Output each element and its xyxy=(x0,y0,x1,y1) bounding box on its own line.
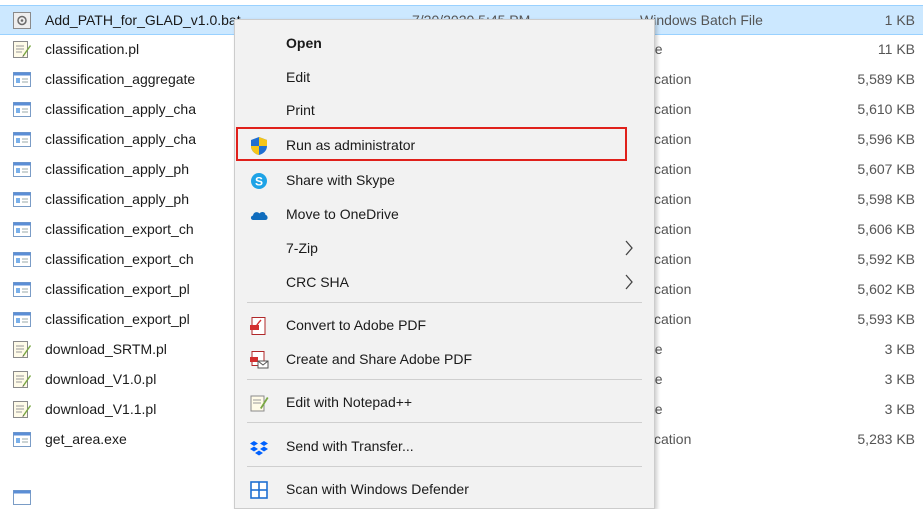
file-type: Windows Batch File xyxy=(640,12,763,28)
file-size: 5,596 KB xyxy=(857,131,915,147)
application-icon xyxy=(13,222,31,237)
perl-script-icon xyxy=(13,401,31,418)
application-icon xyxy=(13,102,31,117)
menu-item-move-to-onedrive[interactable]: Move to OneDrive xyxy=(235,200,654,230)
menu-item-7-zip[interactable]: 7-Zip xyxy=(235,234,654,264)
menu-separator xyxy=(247,466,642,467)
menu-item-send-with-transfer[interactable]: Send with Transfer... xyxy=(235,432,654,462)
file-size: 5,606 KB xyxy=(857,221,915,237)
menu-item-label: Edit xyxy=(286,69,311,85)
menu-item-crc-sha[interactable]: CRC SHA xyxy=(235,268,654,298)
windows-defender-icon xyxy=(250,481,268,499)
file-name: Add_PATH_for_GLAD_v1.0.bat xyxy=(45,12,241,28)
menu-item-label: Send with Transfer... xyxy=(286,438,414,454)
file-size: 5,610 KB xyxy=(857,101,915,117)
menu-item-label: 7-Zip xyxy=(286,240,318,256)
annotation-highlight-box xyxy=(236,127,627,161)
menu-item-edit-with-notepadpp[interactable]: Edit with Notepad++ xyxy=(235,388,654,418)
application-icon xyxy=(13,162,31,177)
menu-item-label: Edit with Notepad++ xyxy=(286,394,413,410)
application-icon xyxy=(13,432,31,447)
menu-item-label: Print xyxy=(286,102,315,118)
file-name: classification_apply_cha xyxy=(45,101,196,117)
file-name: classification_export_pl xyxy=(45,311,190,327)
menu-item-label: Scan with Windows Defender xyxy=(286,481,469,497)
notepadpp-icon xyxy=(250,395,269,412)
batch-file-icon xyxy=(13,12,31,29)
adobe-pdf-share-icon xyxy=(250,351,269,369)
application-icon xyxy=(13,252,31,267)
file-size: 1 KB xyxy=(884,12,915,28)
file-name: classification_apply_cha xyxy=(45,131,196,147)
dropbox-transfer-icon xyxy=(250,441,268,456)
perl-script-icon xyxy=(13,371,31,388)
perl-script-icon xyxy=(13,341,31,358)
menu-separator xyxy=(247,422,642,423)
file-size: 11 KB xyxy=(877,41,915,57)
file-name: classification_apply_ph xyxy=(45,161,189,177)
application-icon xyxy=(13,132,31,147)
file-name: classification_aggregate xyxy=(45,71,196,87)
file-size: 5,592 KB xyxy=(857,251,915,267)
chevron-right-icon xyxy=(625,240,633,256)
file-name: classification_apply_ph xyxy=(45,191,189,207)
file-name: download_V1.1.pl xyxy=(45,401,157,417)
menu-item-open[interactable]: Open xyxy=(235,29,654,59)
menu-item-scan-with-windows-defender[interactable]: Scan with Windows Defender xyxy=(235,475,654,505)
application-icon xyxy=(13,282,31,297)
file-size: 3 KB xyxy=(884,371,915,387)
file-name: classification_export_ch xyxy=(45,251,194,267)
menu-item-print[interactable]: Print xyxy=(235,96,654,126)
file-size: 5,283 KB xyxy=(857,431,915,447)
menu-item-share-with-skype[interactable]: S Share with Skype xyxy=(235,166,654,196)
file-name: classification.pl xyxy=(45,41,140,57)
file-size: 5,607 KB xyxy=(857,161,915,177)
application-icon xyxy=(13,312,31,327)
menu-separator xyxy=(247,302,642,303)
skype-icon: S xyxy=(251,173,267,189)
application-icon xyxy=(13,72,31,87)
application-icon xyxy=(13,192,31,207)
file-size: 3 KB xyxy=(884,341,915,357)
menu-item-label: CRC SHA xyxy=(286,274,350,290)
file-size: 5,589 KB xyxy=(857,71,915,87)
svg-text:S: S xyxy=(255,175,263,189)
menu-item-label: Create and Share Adobe PDF xyxy=(286,351,473,367)
menu-item-label: Convert to Adobe PDF xyxy=(286,317,427,333)
menu-item-label: Open xyxy=(286,35,322,51)
file-size: 3 KB xyxy=(884,401,915,417)
file-size: 5,598 KB xyxy=(857,191,915,207)
perl-script-icon xyxy=(13,41,31,58)
menu-item-label: Move to OneDrive xyxy=(286,206,399,222)
file-size: 5,602 KB xyxy=(857,281,915,297)
file-name: classification_export_ch xyxy=(45,221,194,237)
file-size: 5,593 KB xyxy=(857,311,915,327)
file-name: download_SRTM.pl xyxy=(45,341,167,357)
context-menu: Open Edit Print Run as administrator S S… xyxy=(234,19,655,509)
adobe-pdf-icon xyxy=(250,317,266,335)
onedrive-cloud-icon xyxy=(250,211,268,220)
menu-separator xyxy=(247,379,642,380)
menu-item-edit[interactable]: Edit xyxy=(235,63,654,93)
menu-item-create-share-adobe-pdf[interactable]: Create and Share Adobe PDF xyxy=(235,345,654,375)
menu-item-convert-to-adobe-pdf[interactable]: Convert to Adobe PDF xyxy=(235,311,654,341)
application-icon xyxy=(13,490,31,505)
file-name: classification_export_pl xyxy=(45,281,190,297)
chevron-right-icon xyxy=(625,274,633,290)
menu-item-label: Share with Skype xyxy=(286,172,395,188)
file-name: get_area.exe xyxy=(45,431,127,447)
file-name: download_V1.0.pl xyxy=(45,371,157,387)
